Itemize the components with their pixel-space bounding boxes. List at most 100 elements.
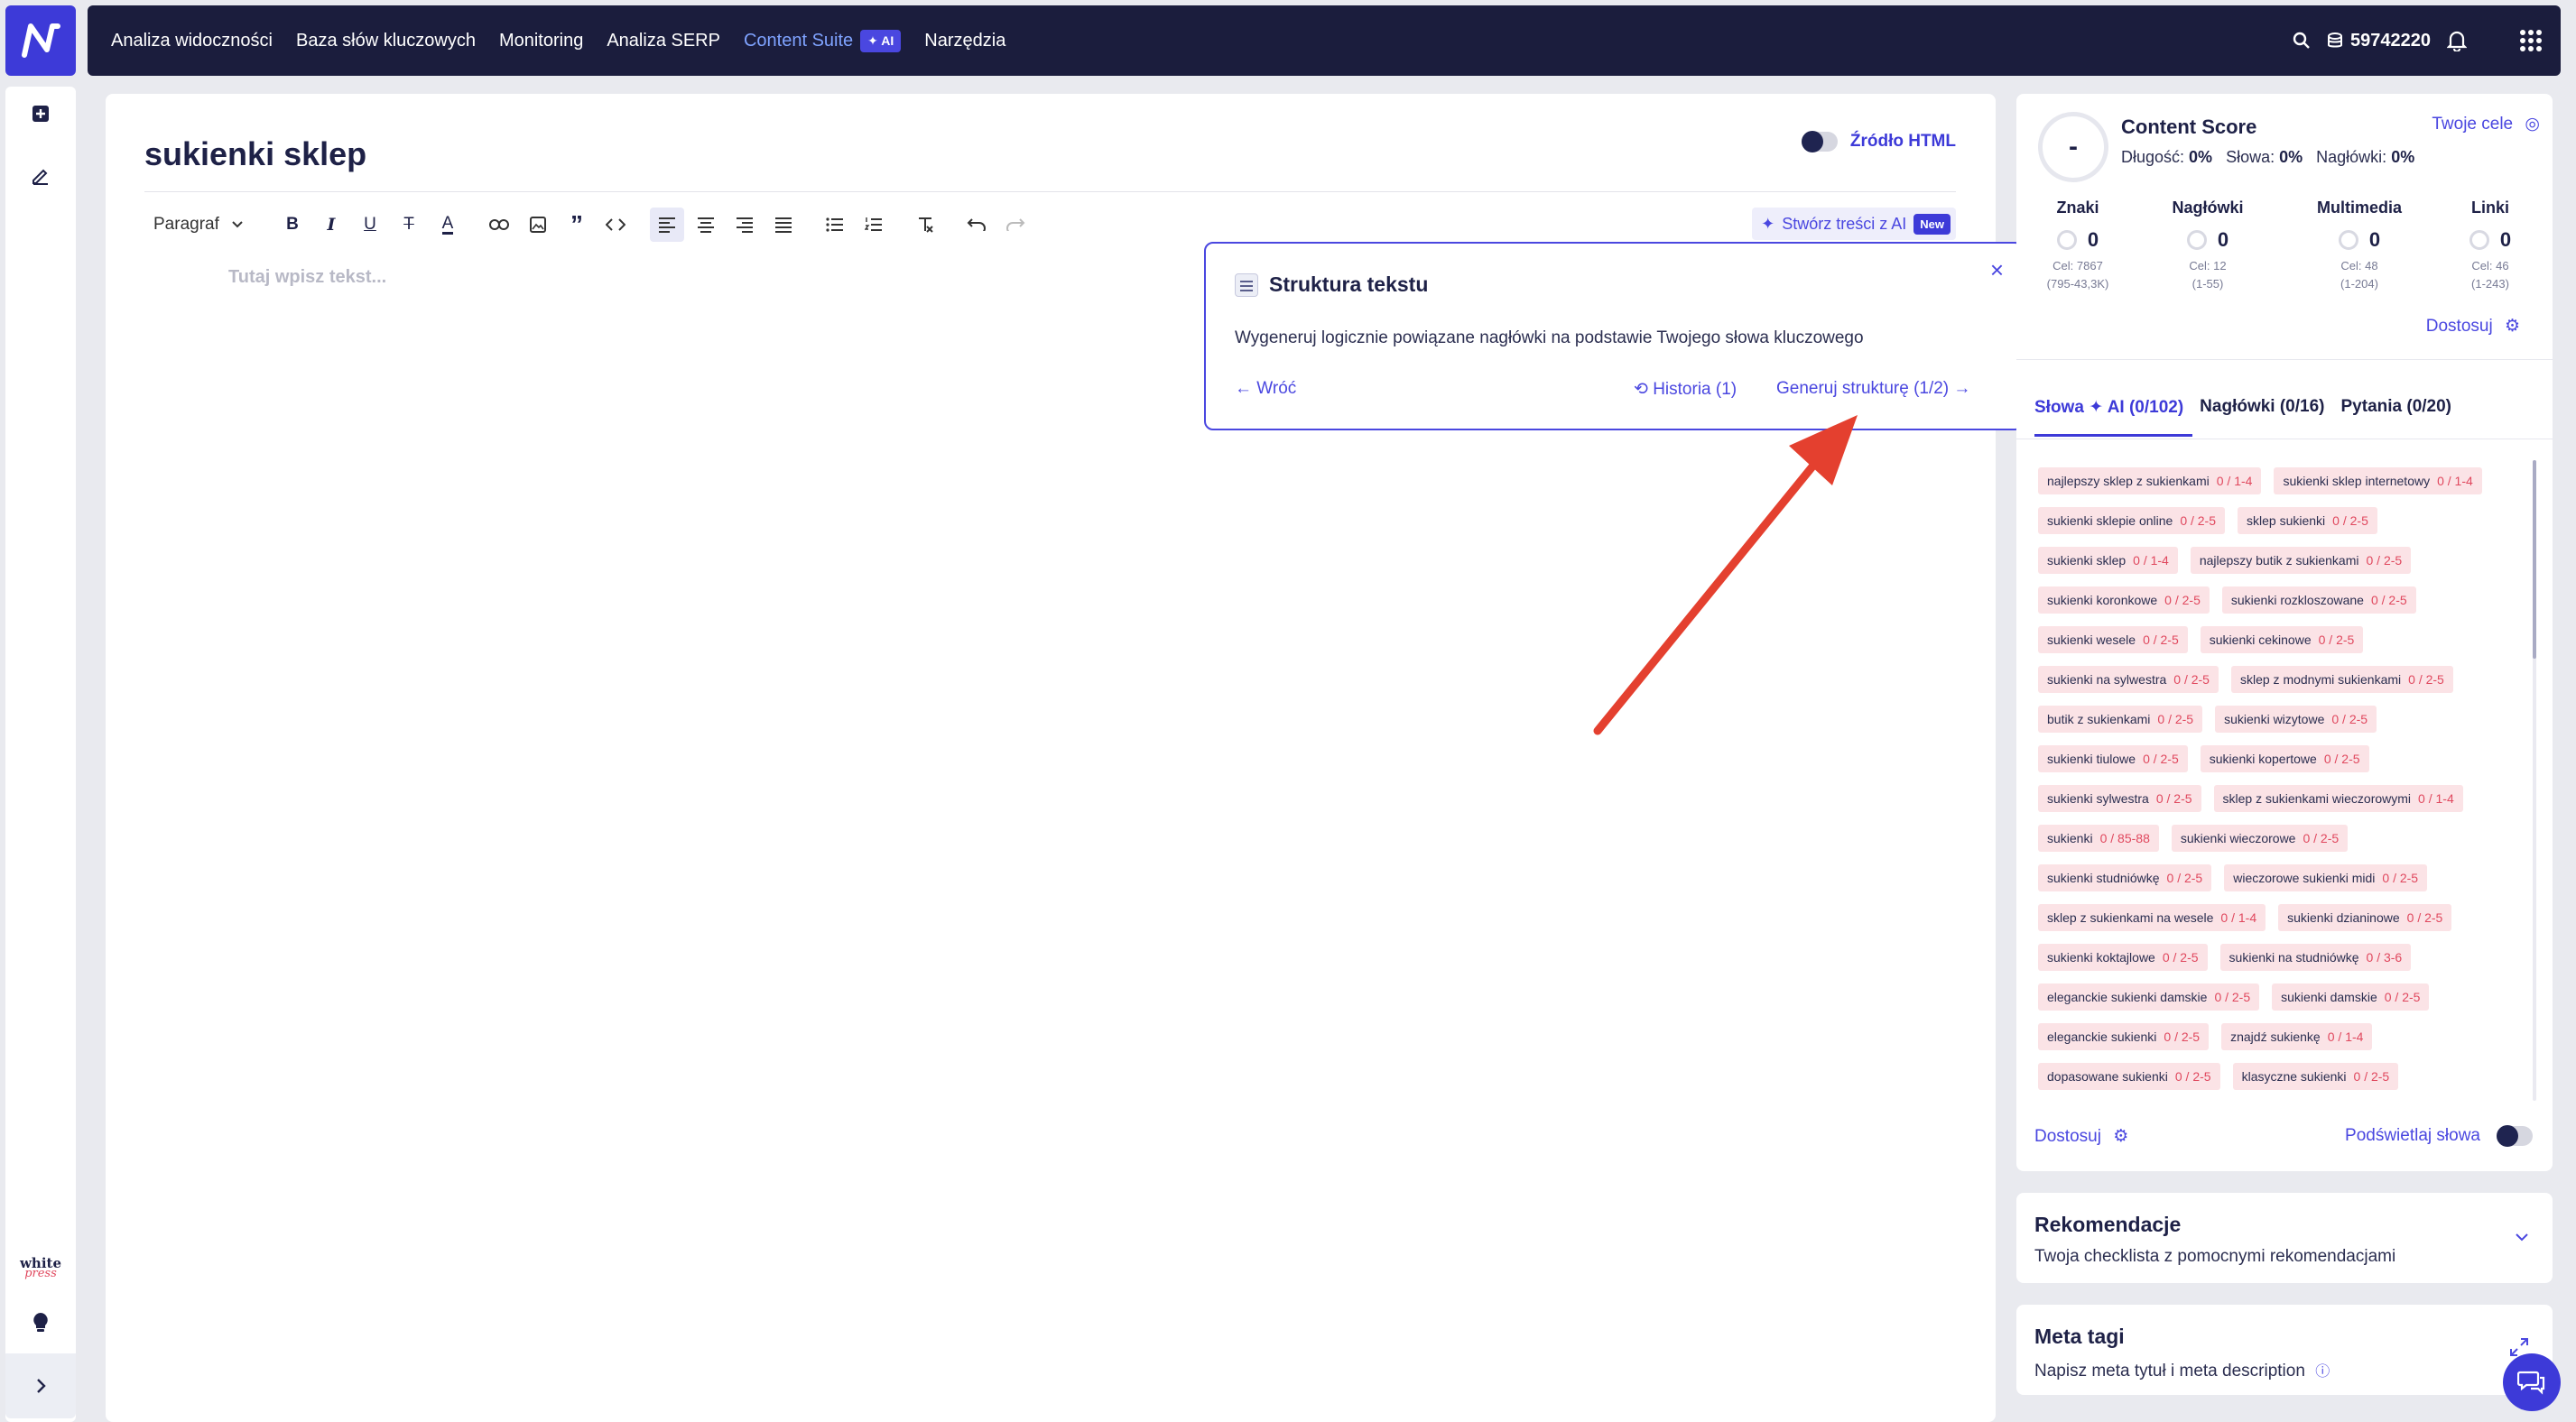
keyword-chip[interactable]: sukienki dzianinowe 0 / 2-5 bbox=[2278, 904, 2452, 931]
html-source-toggle[interactable]: Źródło HTML bbox=[1801, 131, 1956, 152]
underline-button[interactable]: U bbox=[353, 208, 387, 242]
keyword-chip[interactable]: sukienki sylwestra 0 / 2-5 bbox=[2038, 785, 2201, 812]
keyword-chip[interactable]: sklep z modnymi sukienkami 0 / 2-5 bbox=[2230, 666, 2453, 693]
keyword-chip[interactable]: sukienki cekinowe 0 / 2-5 bbox=[2200, 626, 2364, 653]
nav-visibility-analysis[interactable]: Analiza widoczności bbox=[111, 31, 273, 51]
keyword-chip[interactable]: sukienki koronkowe 0 / 2-5 bbox=[2038, 586, 2210, 614]
generate-structure-button[interactable]: Generuj strukturę (1/2) → bbox=[1776, 379, 1970, 399]
chat-support-button[interactable] bbox=[2503, 1353, 2561, 1411]
keyword-chip[interactable]: eleganckie sukienki 0 / 2-5 bbox=[2038, 1023, 2210, 1050]
adjust-keywords-button[interactable]: Dostosuj ⚙ bbox=[2034, 1126, 2128, 1147]
history-label: Historia (1) bbox=[1653, 380, 1737, 399]
editor-placeholder[interactable]: Tutaj wpisz tekst... bbox=[228, 267, 386, 288]
search-icon[interactable] bbox=[2293, 32, 2311, 50]
keyword-text: sukienki wizytowe bbox=[2224, 712, 2325, 726]
keyword-chip[interactable]: dopasowane sukienki 0 / 2-5 bbox=[2038, 1063, 2220, 1090]
keyword-count: 0 / 1-4 bbox=[2133, 553, 2169, 568]
keyword-chip[interactable]: sukienki wieczorowe 0 / 2-5 bbox=[2171, 825, 2349, 852]
highlight-words-toggle[interactable] bbox=[2497, 1125, 2533, 1147]
paragraph-style-select[interactable]: Paragraf bbox=[144, 215, 271, 235]
ai-create-button[interactable]: ✦ Stwórz treści z AI New bbox=[1752, 208, 1956, 240]
keyword-chip[interactable]: sukienki koktajlowe 0 / 2-5 bbox=[2038, 944, 2208, 971]
undo-button[interactable] bbox=[959, 208, 994, 242]
keyword-chip[interactable]: znajdź sukienkę 0 / 1-4 bbox=[2221, 1023, 2373, 1050]
bell-icon[interactable] bbox=[2447, 30, 2467, 51]
adjust-metrics-button[interactable]: Dostosuj ⚙ bbox=[2426, 316, 2520, 337]
keyword-text: sukienki sklep bbox=[2047, 553, 2127, 568]
keyword-chip[interactable]: sklep z sukienkami wieczorowymi 0 / 1-4 bbox=[2213, 785, 2463, 812]
keyword-chip[interactable]: wieczorowe sukienki midi 0 / 2-5 bbox=[2224, 864, 2428, 891]
meta-tags-card[interactable]: Meta tagi Napisz meta tytuł i meta descr… bbox=[2016, 1305, 2553, 1395]
top-navigation: Analiza widoczności Baza słów kluczowych… bbox=[88, 5, 2561, 76]
tab-headings[interactable]: Nagłówki (0/16) bbox=[2200, 397, 2333, 437]
strikethrough-button[interactable]: T bbox=[392, 208, 426, 242]
tips-button[interactable] bbox=[5, 1296, 76, 1350]
tab-questions[interactable]: Pytania (0/20) bbox=[2341, 397, 2461, 437]
keyword-chip[interactable]: sukienki wizytowe 0 / 2-5 bbox=[2215, 706, 2377, 733]
keyword-chip[interactable]: sklep sukienki 0 / 2-5 bbox=[2238, 507, 2377, 534]
keyword-chip[interactable]: sukienki wesele 0 / 2-5 bbox=[2038, 626, 2188, 653]
expand-sidebar-button[interactable] bbox=[5, 1353, 76, 1418]
keyword-chip[interactable]: sukienki tiulowe 0 / 2-5 bbox=[2038, 745, 2188, 772]
align-justify-button[interactable] bbox=[766, 208, 801, 242]
keyword-list-scrollbar[interactable] bbox=[2533, 460, 2536, 1101]
nav-serp-analysis[interactable]: Analiza SERP bbox=[607, 31, 720, 51]
content-score-title: Content Score bbox=[2121, 115, 2257, 138]
nav-monitoring[interactable]: Monitoring bbox=[499, 31, 583, 51]
nav-keyword-database[interactable]: Baza słów kluczowych bbox=[296, 31, 476, 51]
html-source-label: Źródło HTML bbox=[1849, 132, 1956, 151]
keyword-chip[interactable]: sukienki na sylwestra 0 / 2-5 bbox=[2038, 666, 2219, 693]
keyword-chip[interactable]: butik z sukienkami 0 / 2-5 bbox=[2038, 706, 2203, 733]
align-left-button[interactable] bbox=[650, 208, 684, 242]
numbered-list-button[interactable] bbox=[857, 208, 891, 242]
redo-button[interactable] bbox=[998, 208, 1033, 242]
text-color-button[interactable]: A bbox=[431, 208, 465, 242]
keyword-chip[interactable]: najlepszy butik z sukienkami 0 / 2-5 bbox=[2190, 547, 2412, 574]
keyword-chip[interactable]: sukienki sklepie online 0 / 2-5 bbox=[2038, 507, 2226, 534]
keyword-chip[interactable]: sukienki damskie 0 / 2-5 bbox=[2272, 983, 2430, 1011]
keyword-chip[interactable]: eleganckie sukienki damskie 0 / 2-5 bbox=[2038, 983, 2260, 1011]
keyword-chip[interactable]: sklep z sukienkami na wesele 0 / 1-4 bbox=[2038, 904, 2266, 931]
nav-tools[interactable]: Narzędzia bbox=[924, 31, 1005, 51]
keyword-chip[interactable]: sukienki sklep 0 / 1-4 bbox=[2038, 547, 2178, 574]
clear-format-button[interactable] bbox=[908, 208, 942, 242]
back-button[interactable]: ← Wróć bbox=[1235, 379, 1296, 399]
keyword-count: 0 / 2-5 bbox=[2180, 513, 2217, 528]
your-goals-link[interactable]: Twoje cele ◎ bbox=[2432, 114, 2540, 134]
nav-content-suite[interactable]: Content Suite ✦ AI bbox=[744, 29, 902, 52]
italic-button[interactable]: I bbox=[314, 208, 348, 242]
new-document-button[interactable] bbox=[5, 87, 76, 141]
image-button[interactable] bbox=[521, 208, 555, 242]
document-title[interactable]: sukienki sklep bbox=[144, 135, 366, 173]
align-right-button[interactable] bbox=[727, 208, 762, 242]
keyword-chip[interactable]: sukienki kopertowe 0 / 2-5 bbox=[2200, 745, 2369, 772]
keyword-chip[interactable]: sukienki studniówkę 0 / 2-5 bbox=[2038, 864, 2212, 891]
bullet-list-button[interactable] bbox=[818, 208, 852, 242]
keyword-chip[interactable]: sukienki sklep internetowy 0 / 1-4 bbox=[2274, 467, 2482, 494]
bold-button[interactable]: B bbox=[275, 208, 310, 242]
edit-document-button[interactable] bbox=[5, 148, 76, 202]
help-icon[interactable]: ⓘ bbox=[2315, 1364, 2330, 1380]
link-button[interactable] bbox=[482, 208, 516, 242]
html-source-switch[interactable] bbox=[1801, 131, 1838, 152]
highlight-words-control[interactable]: Podświetlaj słowa bbox=[2345, 1125, 2533, 1147]
keyword-count: 0 / 3-6 bbox=[2366, 950, 2403, 965]
keyword-chip[interactable]: najlepszy sklep z sukienkami 0 / 1-4 bbox=[2038, 467, 2262, 494]
app-logo[interactable] bbox=[5, 5, 76, 76]
keyword-chip[interactable]: sukienki na studniówkę 0 / 3-6 bbox=[2219, 944, 2412, 971]
code-button[interactable] bbox=[598, 208, 633, 242]
close-icon[interactable]: × bbox=[1990, 256, 2004, 284]
keyword-chip[interactable]: sukienki rozkloszowane 0 / 2-5 bbox=[2221, 586, 2416, 614]
keyword-count: 0 / 2-5 bbox=[2214, 990, 2251, 1004]
keyword-chip[interactable]: klasyczne sukienki 0 / 2-5 bbox=[2232, 1063, 2399, 1090]
keyword-count: 0 / 1-4 bbox=[2220, 910, 2257, 925]
chevron-down-icon[interactable] bbox=[2515, 1233, 2529, 1242]
keyword-text: sukienki tiulowe bbox=[2047, 752, 2136, 766]
recommendations-card[interactable]: Rekomendacje Twoja checklista z pomocnym… bbox=[2016, 1193, 2553, 1283]
credits[interactable]: 59742220 bbox=[2327, 31, 2431, 51]
apps-grid-icon[interactable] bbox=[2519, 29, 2543, 52]
keyword-chip[interactable]: sukienki 0 / 85-88 bbox=[2038, 825, 2159, 852]
tab-words[interactable]: Słowa ✦ AI (0/102) bbox=[2034, 397, 2193, 437]
align-center-button[interactable] bbox=[689, 208, 723, 242]
quote-button[interactable]: ” bbox=[560, 208, 594, 242]
